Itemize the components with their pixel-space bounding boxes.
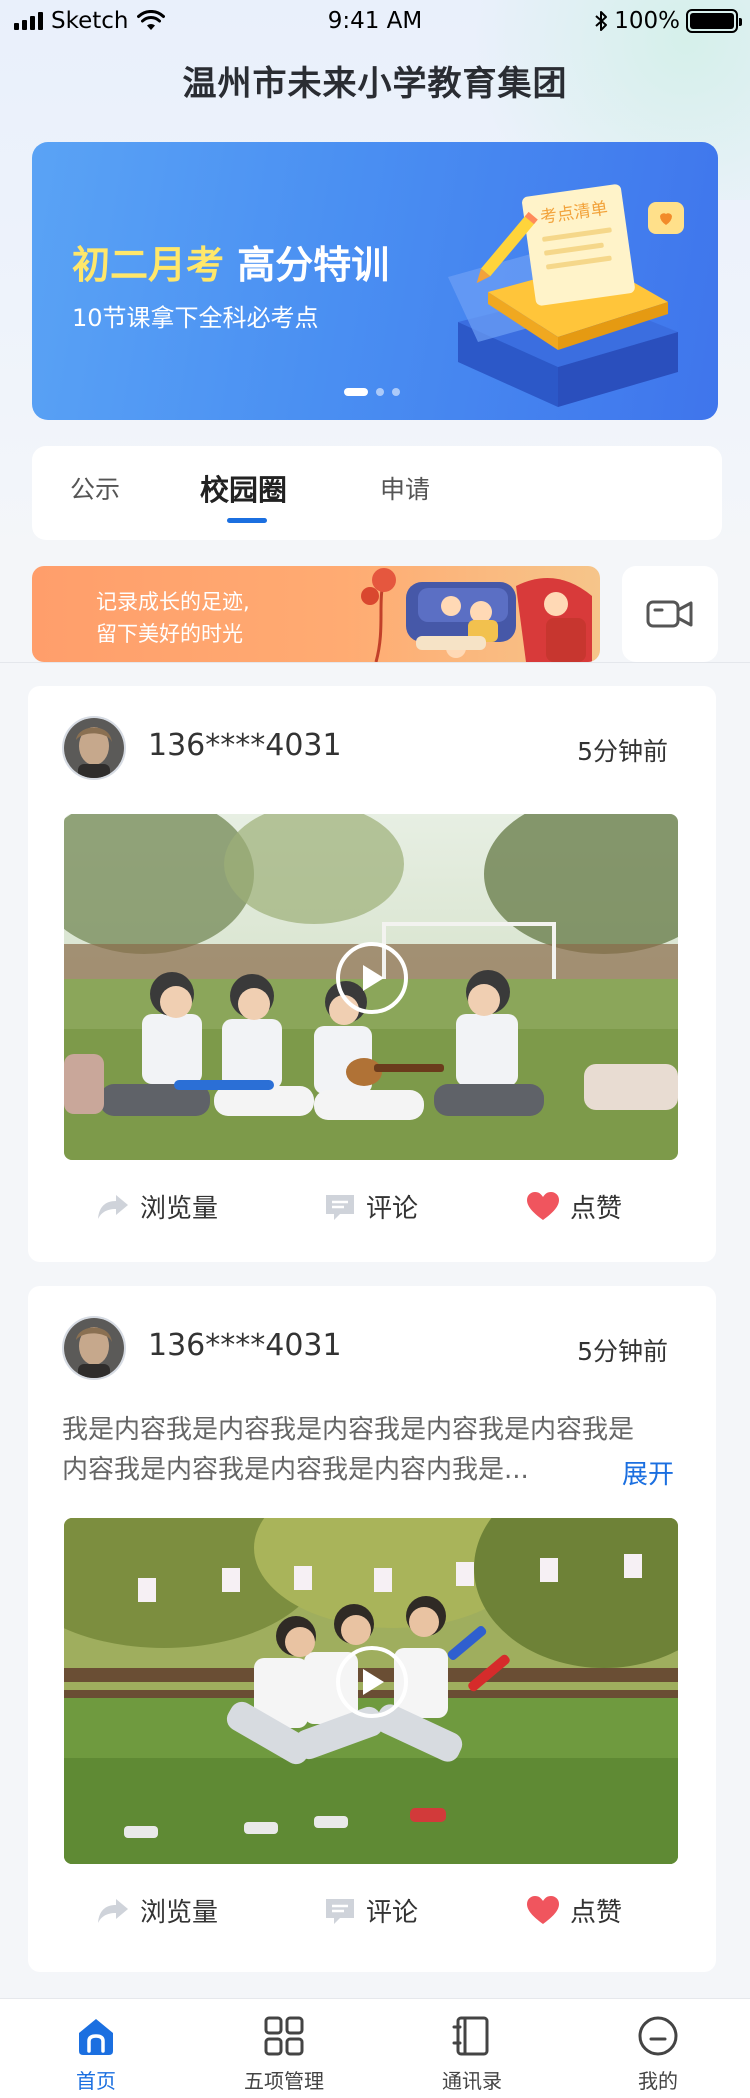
nav-contacts[interactable]: 通讯录 <box>402 2011 542 2094</box>
like-action[interactable]: 点赞 <box>526 1188 622 1225</box>
post-card: 136****4031 5分钟前 我是内容我是内容我是内容我是内容我是内容我是内… <box>28 1286 716 1972</box>
banner-dot[interactable] <box>344 388 368 396</box>
post-video-thumbnail[interactable] <box>64 814 678 1160</box>
post-video-thumbnail[interactable] <box>64 1518 678 1864</box>
avatar[interactable] <box>62 1316 126 1380</box>
page-title: 温州市未来小学教育集团 <box>182 64 568 104</box>
banner-dot[interactable] <box>376 388 384 396</box>
post-time: 5分钟前 <box>577 737 668 766</box>
comment-action[interactable]: 评论 <box>324 1188 418 1225</box>
tab-campus-circle[interactable]: 校园圈 <box>200 467 287 509</box>
heart-icon <box>527 1895 559 1924</box>
record-growth-banner[interactable]: 记录成长的足迹, 留下美好的时光 <box>32 566 600 662</box>
play-button[interactable] <box>336 1646 408 1718</box>
views-label: 浏览量 <box>140 1898 219 1928</box>
heart-icon <box>527 1191 559 1220</box>
banner-highlight: 初二月考 <box>72 243 225 287</box>
nav-home-label: 首页 <box>76 2069 116 2093</box>
nav-five-management-label: 五项管理 <box>244 2069 324 2093</box>
comment-action[interactable]: 评论 <box>324 1892 418 1929</box>
comment-label: 评论 <box>366 1898 419 1928</box>
promo-line-2: 留下美好的时光 <box>96 622 243 646</box>
grid-icon <box>264 2016 304 2056</box>
like-action[interactable]: 点赞 <box>526 1892 622 1929</box>
banner-subline: 10节课拿下全科必考点 <box>72 304 319 332</box>
post-username[interactable]: 136****4031 <box>148 728 342 763</box>
status-right: 100% <box>594 8 742 34</box>
views-action[interactable]: 浏览量 <box>96 1188 218 1225</box>
tab-active-indicator <box>227 518 267 523</box>
views-label: 浏览量 <box>140 1194 219 1224</box>
nav-home[interactable]: 首页 <box>26 2011 166 2094</box>
banner-pagination <box>344 388 400 396</box>
like-label: 点赞 <box>570 1194 623 1224</box>
battery-percent: 100% <box>614 8 680 34</box>
banner-headline: 初二月考 高分特训 <box>72 234 389 289</box>
post-actions: 浏览量 评论 点赞 <box>28 1892 716 1932</box>
play-icon <box>363 965 384 991</box>
nav-five-management[interactable]: 五项管理 <box>214 2011 354 2094</box>
comment-icon <box>326 1898 354 1924</box>
post-card: 136****4031 5分钟前 浏览量 评论 点赞 <box>28 686 716 1262</box>
post-username[interactable]: 136****4031 <box>148 1328 342 1363</box>
video-camera-icon <box>646 600 693 628</box>
bottom-navigation: 首页 五项管理 通讯录 我的 <box>0 1998 750 2098</box>
post-content: 我是内容我是内容我是内容我是内容我是内容我是内容我是内容我是内容我是内容内我是.… <box>62 1415 635 1485</box>
contacts-icon <box>452 2016 489 2056</box>
tab-bar: 公示 校园圈 申请 <box>32 446 722 540</box>
avatar[interactable] <box>62 716 126 780</box>
nav-contacts-label: 通讯录 <box>442 2069 502 2093</box>
home-icon <box>79 2019 113 2055</box>
expand-link[interactable]: 展开 <box>622 1454 674 1491</box>
family-illustration <box>361 568 592 662</box>
banner-dot[interactable] <box>392 388 400 396</box>
banner-headline-rest: 高分特训 <box>237 243 390 287</box>
book-illustration: 考点清单 <box>448 184 684 407</box>
tab-announcements[interactable]: 公示 <box>70 470 120 506</box>
share-arrow-icon <box>98 1898 128 1923</box>
nav-profile[interactable]: 我的 <box>588 2011 728 2094</box>
comment-label: 评论 <box>366 1194 419 1224</box>
record-video-button[interactable] <box>622 566 718 662</box>
promo-line-1: 记录成长的足迹, <box>96 590 250 614</box>
comment-icon <box>326 1194 354 1220</box>
nav-profile-label: 我的 <box>638 2069 678 2093</box>
status-bar: Sketch 9:41 AM 100% <box>0 0 750 42</box>
bluetooth-icon <box>595 11 608 31</box>
promo-banner[interactable]: 初二月考 高分特训 10节课拿下全科必考点 考点清单 <box>32 142 718 420</box>
play-icon <box>363 1669 384 1695</box>
tab-apply[interactable]: 申请 <box>380 470 430 506</box>
section-divider <box>0 662 750 663</box>
post-actions: 浏览量 评论 点赞 <box>28 1188 716 1228</box>
views-action[interactable]: 浏览量 <box>96 1892 218 1929</box>
post-time: 5分钟前 <box>577 1337 668 1366</box>
share-arrow-icon <box>98 1194 128 1219</box>
profile-icon <box>638 2016 678 2056</box>
battery-icon <box>686 9 742 33</box>
play-button[interactable] <box>336 942 408 1014</box>
like-label: 点赞 <box>570 1898 623 1928</box>
